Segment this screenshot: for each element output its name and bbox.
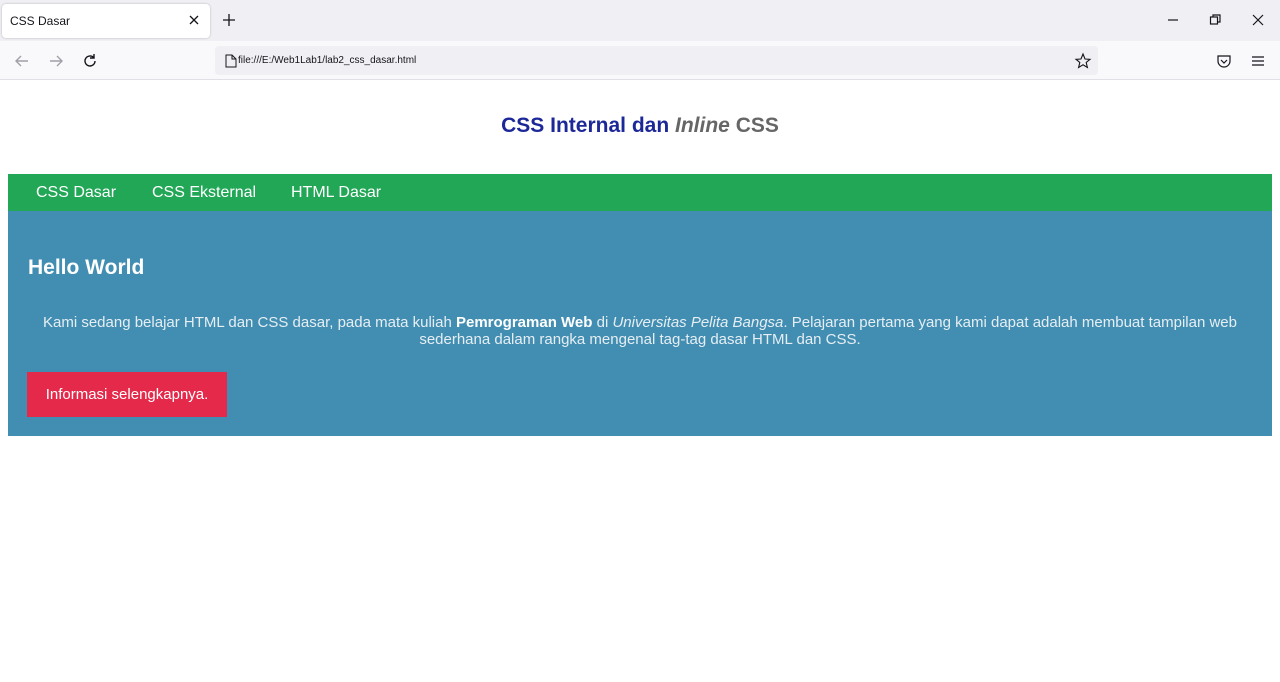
bookmark-star-icon[interactable] bbox=[1074, 52, 1092, 70]
pocket-icon[interactable] bbox=[1214, 51, 1234, 71]
forward-icon[interactable] bbox=[46, 51, 66, 71]
page-title-inline: Inline CSS bbox=[675, 114, 779, 137]
menu-item-css-eksternal[interactable]: CSS Eksternal bbox=[152, 184, 256, 202]
close-tab-icon[interactable] bbox=[186, 12, 202, 28]
address-bar[interactable]: file:///E:/Web1Lab1/lab2_css_dasar.html bbox=[215, 46, 1098, 75]
hero-section: Hello World Kami sedang belajar HTML dan… bbox=[8, 211, 1272, 436]
tab-title: CSS Dasar bbox=[10, 14, 71, 28]
page-icon bbox=[225, 54, 237, 68]
nav-menu: CSS Dasar CSS Eksternal HTML Dasar bbox=[8, 174, 1272, 211]
menu-item-html-dasar[interactable]: HTML Dasar bbox=[291, 184, 381, 202]
minimize-icon[interactable] bbox=[1164, 11, 1182, 29]
page-title-main: CSS Internal dan bbox=[501, 114, 670, 137]
restore-icon[interactable] bbox=[1206, 11, 1224, 29]
browser-toolbar: file:///E:/Web1Lab1/lab2_css_dasar.html bbox=[0, 41, 1280, 80]
hero-paragraph: Kami sedang belajar HTML dan CSS dasar, … bbox=[42, 314, 1237, 348]
more-info-button[interactable]: Informasi selengkapnya. bbox=[27, 372, 227, 417]
new-tab-icon[interactable] bbox=[220, 11, 238, 29]
close-window-icon[interactable] bbox=[1249, 11, 1267, 29]
hero-heading: Hello World bbox=[28, 256, 145, 279]
menu-item-css-dasar[interactable]: CSS Dasar bbox=[36, 184, 116, 202]
page-title: CSS Internal dan Inline CSS bbox=[0, 114, 1280, 138]
browser-tab-bar: CSS Dasar bbox=[0, 0, 1280, 41]
back-icon[interactable] bbox=[12, 51, 32, 71]
url-text: file:///E:/Web1Lab1/lab2_css_dasar.html bbox=[238, 55, 417, 66]
menu-icon[interactable] bbox=[1248, 51, 1268, 71]
reload-icon[interactable] bbox=[80, 51, 100, 71]
browser-tab[interactable]: CSS Dasar bbox=[2, 4, 210, 38]
